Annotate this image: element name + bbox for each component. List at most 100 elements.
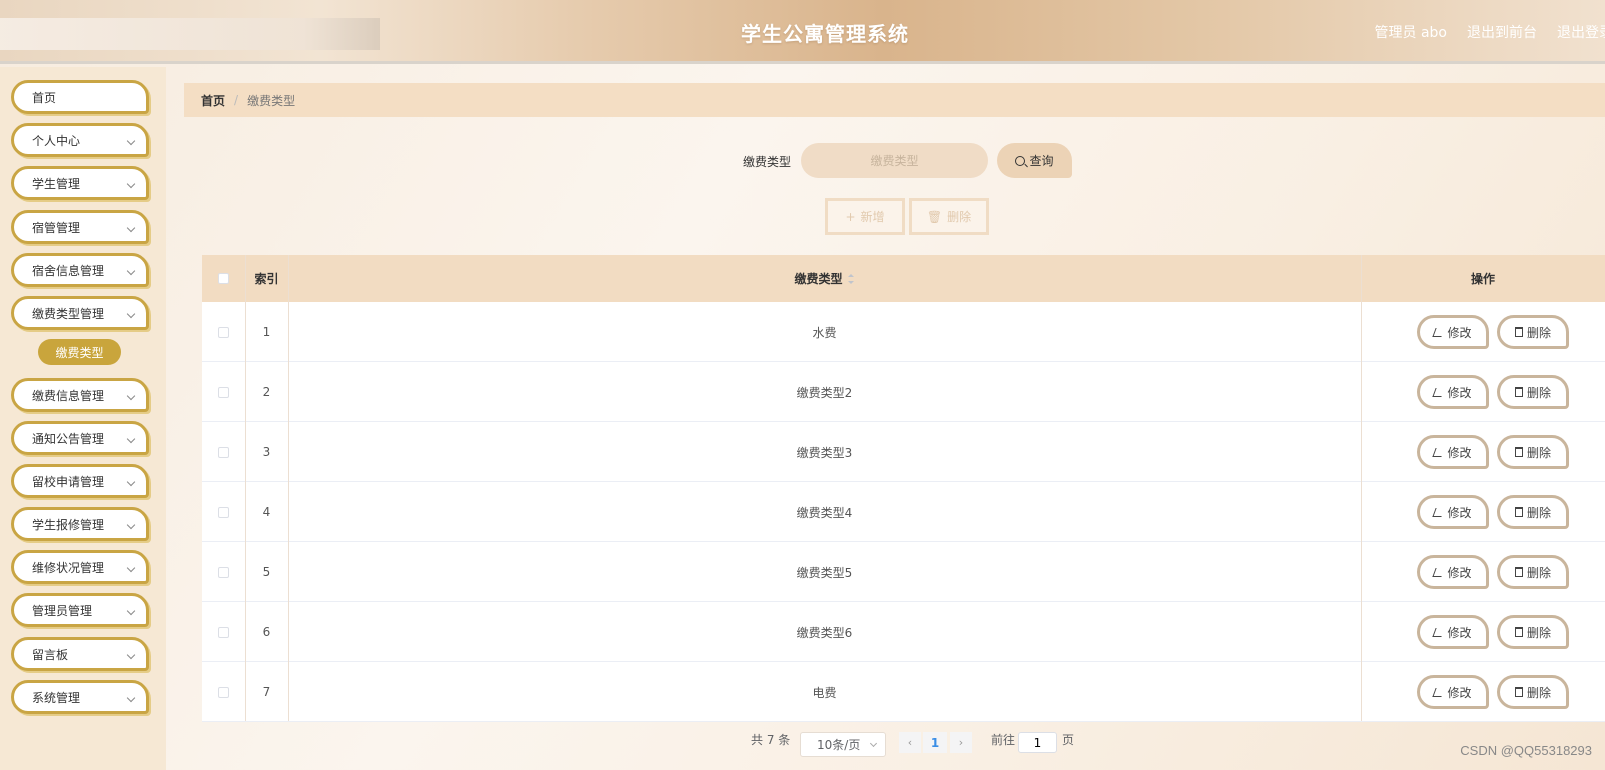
sidebar-item[interactable]: 管理员管理: [11, 593, 149, 627]
column-divider: [1361, 255, 1362, 721]
row-fee-type: 缴费类型2: [796, 385, 853, 400]
edit-button[interactable]: 修改: [1417, 375, 1489, 409]
edit-button-label: 修改: [1447, 685, 1472, 700]
edit-button[interactable]: 修改: [1417, 675, 1489, 709]
sidebar-item[interactable]: 缴费类型管理: [11, 296, 149, 330]
row-index: 3: [262, 445, 271, 459]
sidebar-subitem-fee-type[interactable]: 缴费类型: [38, 339, 121, 365]
row-checkbox[interactable]: [218, 686, 229, 698]
column-divider: [288, 255, 289, 721]
sidebar-item[interactable]: 留言板: [11, 637, 149, 671]
table-row: 6 缴费类型6 修改 删除: [202, 602, 1605, 662]
edit-button-label: 修改: [1447, 445, 1472, 460]
edit-button[interactable]: 修改: [1417, 435, 1489, 469]
row-index: 7: [262, 685, 271, 699]
delete-button[interactable]: 删除: [1497, 435, 1569, 469]
delete-button[interactable]: 删除: [1497, 495, 1569, 529]
sidebar-item[interactable]: 维修状况管理: [11, 550, 149, 584]
delete-button[interactable]: 删除: [1497, 675, 1569, 709]
row-select-cell: [202, 362, 245, 422]
delete-button[interactable]: 删除: [1497, 375, 1569, 409]
row-checkbox[interactable]: [218, 326, 229, 338]
chevron-down-icon: [126, 520, 136, 530]
admin-user-link[interactable]: 管理员 abo: [1375, 22, 1447, 42]
prev-page-button[interactable]: ‹: [899, 732, 921, 753]
edit-icon: [1432, 447, 1446, 457]
row-checkbox[interactable]: [218, 446, 229, 458]
row-checkbox[interactable]: [218, 566, 229, 578]
delete-button-label: 删除: [1526, 625, 1551, 640]
sidebar-item[interactable]: 通知公告管理: [11, 421, 149, 455]
add-button[interactable]: + 新增: [825, 198, 905, 235]
sort-icon[interactable]: [847, 273, 855, 284]
sidebar-item[interactable]: 留校申请管理: [11, 464, 149, 498]
sidebar-item-label: 首页: [32, 90, 57, 105]
sidebar-item[interactable]: 系统管理: [11, 680, 149, 714]
delete-button[interactable]: 删除: [1497, 615, 1569, 649]
table-row: 1 水费 修改 删除: [202, 302, 1605, 362]
sidebar-item-label: 个人中心: [32, 133, 81, 148]
row-fee-type: 缴费类型3: [796, 445, 853, 460]
row-index: 6: [262, 625, 271, 639]
edit-button[interactable]: 修改: [1417, 315, 1489, 349]
select-all-cell: [202, 255, 245, 302]
trash-icon: 🗑: [926, 209, 943, 224]
delete-button-label: 删除: [1526, 685, 1551, 700]
search-icon: [1015, 155, 1026, 166]
search-input[interactable]: [801, 143, 988, 178]
top-header: 学生公寓管理系统 管理员 abo 退出到前台 退出登录: [0, 0, 1605, 64]
pagination-total: 共 7 条: [751, 733, 791, 747]
header-links: 管理员 abo 退出到前台 退出登录: [1375, 22, 1605, 42]
edit-icon: [1432, 387, 1446, 397]
chevron-down-icon: [126, 650, 136, 660]
logout-link[interactable]: 退出登录: [1557, 22, 1605, 42]
batch-delete-button[interactable]: 🗑 删除: [909, 198, 989, 235]
edit-button-label: 修改: [1447, 505, 1472, 520]
sidebar-item[interactable]: 宿舍信息管理: [11, 253, 149, 287]
sidebar-item[interactable]: 宿管管理: [11, 210, 149, 244]
sidebar-item[interactable]: 学生报修管理: [11, 507, 149, 541]
sidebar-item[interactable]: 学生管理: [11, 166, 149, 200]
row-fee-type: 缴费类型6: [796, 625, 853, 640]
app-title: 学生公寓管理系统: [741, 22, 909, 46]
trash-icon: [1514, 387, 1523, 397]
header-fee-type[interactable]: 缴费类型: [288, 255, 1361, 302]
sidebar-item[interactable]: 缴费信息管理: [11, 378, 149, 412]
back-to-frontend-link[interactable]: 退出到前台: [1467, 22, 1537, 42]
edit-icon: [1432, 327, 1446, 337]
edit-button[interactable]: 修改: [1417, 615, 1489, 649]
page-number-current[interactable]: 1: [923, 732, 947, 753]
goto-page-input[interactable]: [1018, 732, 1057, 753]
delete-button-label: 删除: [1526, 565, 1551, 580]
fee-type-table: 索引 缴费类型 操作 1 水费 修改 删除 2 缴费类型2 修改 删除 3 缴费类型3 修改 删除 4 缴…: [202, 255, 1605, 722]
row-checkbox[interactable]: [218, 386, 229, 398]
page-size-select[interactable]: 10条/页: [800, 732, 886, 757]
select-all-checkbox[interactable]: [218, 273, 229, 284]
delete-button[interactable]: 删除: [1497, 315, 1569, 349]
row-select-cell: [202, 542, 245, 602]
row-fee-type: 电费: [812, 685, 837, 700]
row-fee-type: 水费: [812, 325, 837, 340]
breadcrumb-home[interactable]: 首页: [201, 92, 225, 109]
sidebar-item-label: 留言板: [32, 647, 69, 662]
row-checkbox[interactable]: [218, 506, 229, 518]
table-row: 3 缴费类型3 修改 删除: [202, 422, 1605, 482]
sidebar-item-label: 缴费信息管理: [32, 388, 105, 403]
delete-button-label: 删除: [1526, 385, 1551, 400]
row-index: 5: [262, 565, 271, 579]
sidebar-item[interactable]: 首页: [11, 80, 149, 114]
row-checkbox[interactable]: [218, 626, 229, 638]
sidebar-item[interactable]: 个人中心: [11, 123, 149, 157]
query-button[interactable]: 查询: [997, 143, 1072, 178]
edit-button[interactable]: 修改: [1417, 555, 1489, 589]
sidebar-item-label: 系统管理: [32, 690, 81, 705]
edit-button[interactable]: 修改: [1417, 495, 1489, 529]
table-header: 索引 缴费类型 操作: [202, 255, 1605, 302]
breadcrumb-separator: /: [234, 93, 239, 107]
next-page-button[interactable]: ›: [950, 732, 972, 753]
delete-button[interactable]: 删除: [1497, 555, 1569, 589]
chevron-down-icon: [126, 266, 136, 276]
page-size-value: 10条/页: [817, 738, 861, 752]
edit-button-label: 修改: [1447, 385, 1472, 400]
row-select-cell: [202, 302, 245, 362]
